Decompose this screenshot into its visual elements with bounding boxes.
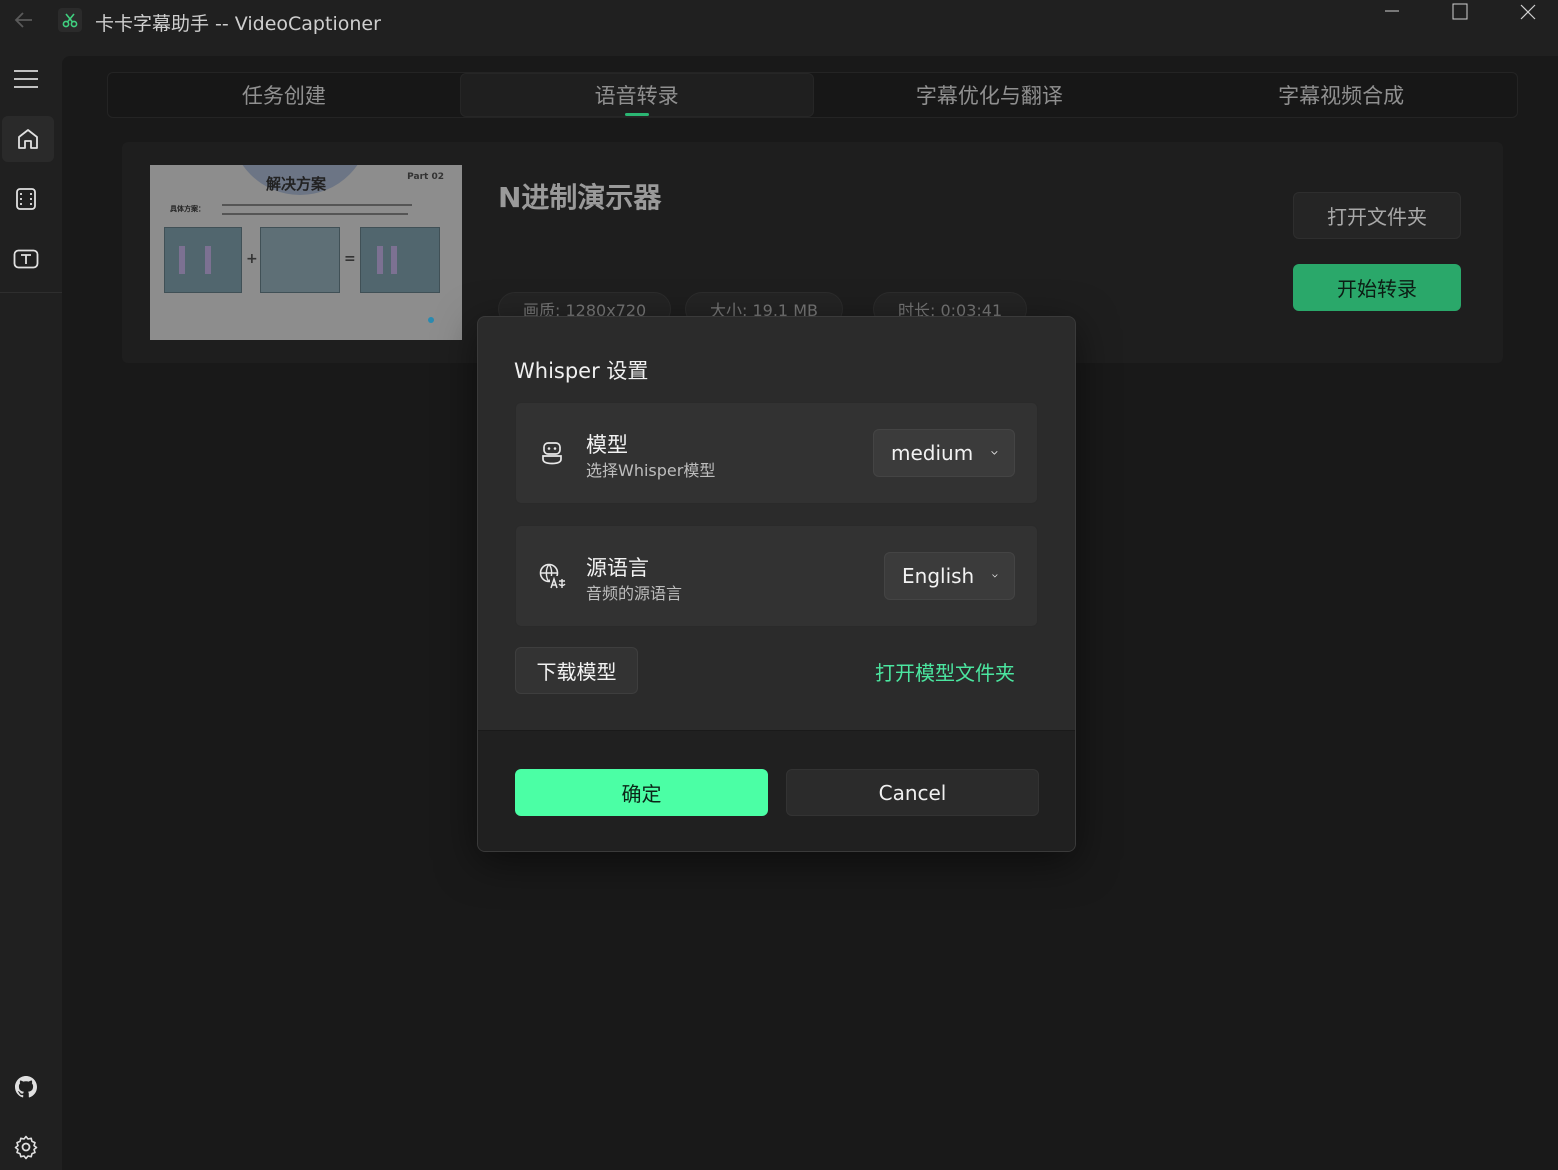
robot-icon: [538, 439, 566, 467]
sidebar: [0, 40, 62, 1170]
thumbnail-figure-bar: [377, 246, 383, 274]
tab-label: 字幕优化与翻译: [915, 84, 1063, 108]
gear-icon: [14, 1135, 38, 1160]
thumbnail-text-line: [222, 213, 408, 215]
sidebar-menu-button[interactable]: [0, 56, 52, 102]
confirm-button[interactable]: 确定: [515, 769, 768, 816]
thumbnail-text-line: [222, 204, 412, 206]
tab-video-synthesis[interactable]: 字幕视频合成: [1165, 73, 1517, 117]
thumbnail-figure-bar: [179, 246, 185, 274]
translate-icon: [538, 562, 566, 590]
tab-transcribe[interactable]: 语音转录: [459, 73, 814, 117]
model-select-value: medium: [891, 441, 974, 465]
whisper-settings-dialog: Whisper 设置 模型 选择Whisper模型 medium 源语言 音频的…: [477, 316, 1076, 852]
scissors-icon: [62, 13, 78, 28]
sidebar-item-home[interactable]: [2, 116, 54, 162]
sidebar-item-video[interactable]: [0, 176, 52, 222]
close-icon: [1520, 4, 1536, 20]
title-bar: 卡卡字幕助手 -- VideoCaptioner: [0, 0, 1558, 40]
thumbnail-dot: [428, 317, 434, 323]
active-tab-indicator: [624, 113, 649, 116]
home-icon: [18, 129, 38, 149]
language-setting-card: 源语言 音频的源语言 English: [515, 525, 1038, 627]
window-title: 卡卡字幕助手 -- VideoCaptioner: [95, 13, 381, 35]
open-folder-button[interactable]: 打开文件夹: [1293, 192, 1461, 239]
minimize-icon: [1385, 10, 1399, 12]
tab-subtitle-optimize[interactable]: 字幕优化与翻译: [814, 73, 1166, 117]
thumbnail-subheading: 具体方案：: [170, 205, 205, 213]
dialog-title: Whisper 设置: [514, 359, 649, 383]
chevron-down-icon: [991, 451, 998, 455]
back-button[interactable]: [10, 6, 38, 34]
model-label: 模型: [586, 433, 628, 457]
sidebar-item-subtitle[interactable]: [0, 236, 52, 282]
film-icon: [16, 188, 36, 210]
text-icon: [13, 249, 39, 269]
thumbnail-figure: [360, 227, 440, 293]
sidebar-item-settings[interactable]: [0, 1124, 52, 1170]
arrow-left-icon: [14, 12, 32, 28]
video-title: N进制演示器: [498, 181, 662, 214]
maximize-button[interactable]: [1437, 0, 1483, 24]
thumbnail-figure-bar: [205, 246, 211, 274]
thumbnail-slide: 解决方案 Part 02 具体方案： + =: [150, 165, 462, 340]
close-button[interactable]: [1505, 0, 1551, 24]
minimize-button[interactable]: [1369, 0, 1415, 24]
thumbnail-plus-sign: +: [246, 251, 258, 267]
cancel-button[interactable]: Cancel: [786, 769, 1039, 816]
app-logo: [58, 8, 82, 32]
tab-label: 字幕视频合成: [1278, 84, 1405, 108]
tab-label: 任务创建: [241, 84, 326, 108]
language-description: 音频的源语言: [586, 584, 683, 603]
thumbnail-figure: [164, 227, 242, 293]
thumbnail-figure: [260, 227, 340, 293]
thumbnail-equals-sign: =: [344, 251, 356, 267]
maximize-icon: [1452, 3, 1468, 20]
open-model-folder-link[interactable]: 打开模型文件夹: [875, 657, 1015, 686]
menu-icon: [14, 70, 38, 88]
language-select-value: English: [902, 564, 975, 588]
start-transcribe-button[interactable]: 开始转录: [1293, 264, 1461, 311]
sidebar-item-github[interactable]: [0, 1064, 52, 1110]
model-select[interactable]: medium: [873, 429, 1015, 477]
language-select[interactable]: English: [884, 552, 1015, 600]
model-description: 选择Whisper模型: [586, 461, 716, 480]
github-icon: [15, 1076, 37, 1098]
video-thumbnail: 解决方案 Part 02 具体方案： + =: [150, 165, 462, 340]
tab-task-create[interactable]: 任务创建: [108, 73, 460, 117]
tab-bar: 任务创建 语音转录 字幕优化与翻译 字幕视频合成: [107, 72, 1518, 118]
tab-label: 语音转录: [594, 84, 679, 108]
thumbnail-part: Part 02: [407, 172, 444, 182]
thumbnail-heading: 解决方案: [266, 175, 327, 193]
language-label: 源语言: [586, 556, 649, 580]
chevron-down-icon: [992, 574, 998, 578]
dialog-footer: 确定 Cancel: [478, 730, 1075, 851]
download-model-button[interactable]: 下载模型: [515, 647, 638, 694]
thumbnail-figure-bar: [391, 246, 397, 274]
model-setting-card: 模型 选择Whisper模型 medium: [515, 402, 1038, 504]
sidebar-divider: [0, 292, 62, 293]
